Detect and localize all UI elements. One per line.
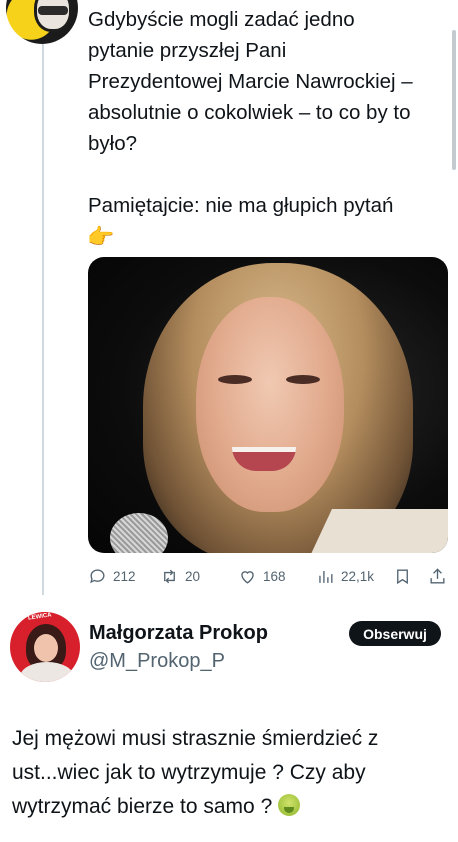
- reply-icon: [90, 568, 105, 583]
- avatar-party-tag: LEWICA: [27, 612, 52, 622]
- views-count: 22,1k: [341, 568, 375, 584]
- thread-connector-line: [42, 40, 44, 595]
- bookmark-icon: [397, 568, 408, 584]
- tweet-line: Gdybyście mogli zadać jedno: [88, 8, 355, 31]
- reply-button[interactable]: 212: [88, 565, 136, 587]
- bar-chart-icon: [319, 570, 333, 583]
- reply-author-avatar[interactable]: LEWICA: [10, 612, 80, 682]
- heart-icon: [241, 570, 254, 584]
- tweet-line: absolutnie o cokolwiek – to co by to: [88, 101, 411, 124]
- share-icon: [430, 567, 445, 584]
- original-author-avatar[interactable]: [6, 0, 78, 44]
- tweet-line: Prezydentowej Marcie Nawrockiej –: [88, 70, 413, 93]
- reply-author-handle[interactable]: @M_Prokop_P: [89, 650, 225, 673]
- reply-line: ust...wiec jak to wytrzymuje ? Czy aby: [12, 761, 366, 784]
- avatar-glasses: [38, 6, 68, 15]
- scrollbar[interactable]: [452, 30, 456, 170]
- reply-count: 212: [113, 568, 136, 584]
- retweet-button[interactable]: 20: [160, 565, 200, 587]
- bookmark-button[interactable]: [393, 565, 412, 587]
- follow-button[interactable]: Obserwuj: [349, 621, 441, 646]
- tweet-photo[interactable]: [88, 257, 448, 553]
- tweet-line: pytanie przyszłej Pani: [88, 39, 287, 62]
- pointing-hand-emoji: 👈: [88, 224, 116, 249]
- microphone: [110, 513, 168, 553]
- retweet-icon: [164, 569, 175, 583]
- tweet-line: Pamiętajcie: nie ma głupich pytań: [88, 194, 394, 217]
- retweet-count: 20: [185, 568, 201, 584]
- reply-author-name[interactable]: Małgorzata Prokop: [89, 622, 268, 645]
- like-button[interactable]: 168: [238, 565, 286, 587]
- views-button[interactable]: 22,1k: [316, 565, 374, 587]
- reply-line: Jej mężowi musi strasznie śmierdzieć z: [12, 727, 379, 750]
- nauseated-face-emoji: [278, 794, 301, 816]
- reply-line: wytrzymać bierze to samo ?: [12, 795, 273, 818]
- tweet-action-bar: 212 20 168 22,1k: [88, 565, 450, 587]
- avatar-face: [34, 0, 72, 32]
- like-count: 168: [263, 568, 286, 584]
- share-button[interactable]: [428, 565, 447, 587]
- reply-text: Jej mężowi musi strasznie śmierdzieć z u…: [12, 722, 450, 824]
- tweet-text: Gdybyście mogli zadać jedno pytanie przy…: [88, 4, 452, 253]
- tweet-line: było?: [88, 132, 138, 155]
